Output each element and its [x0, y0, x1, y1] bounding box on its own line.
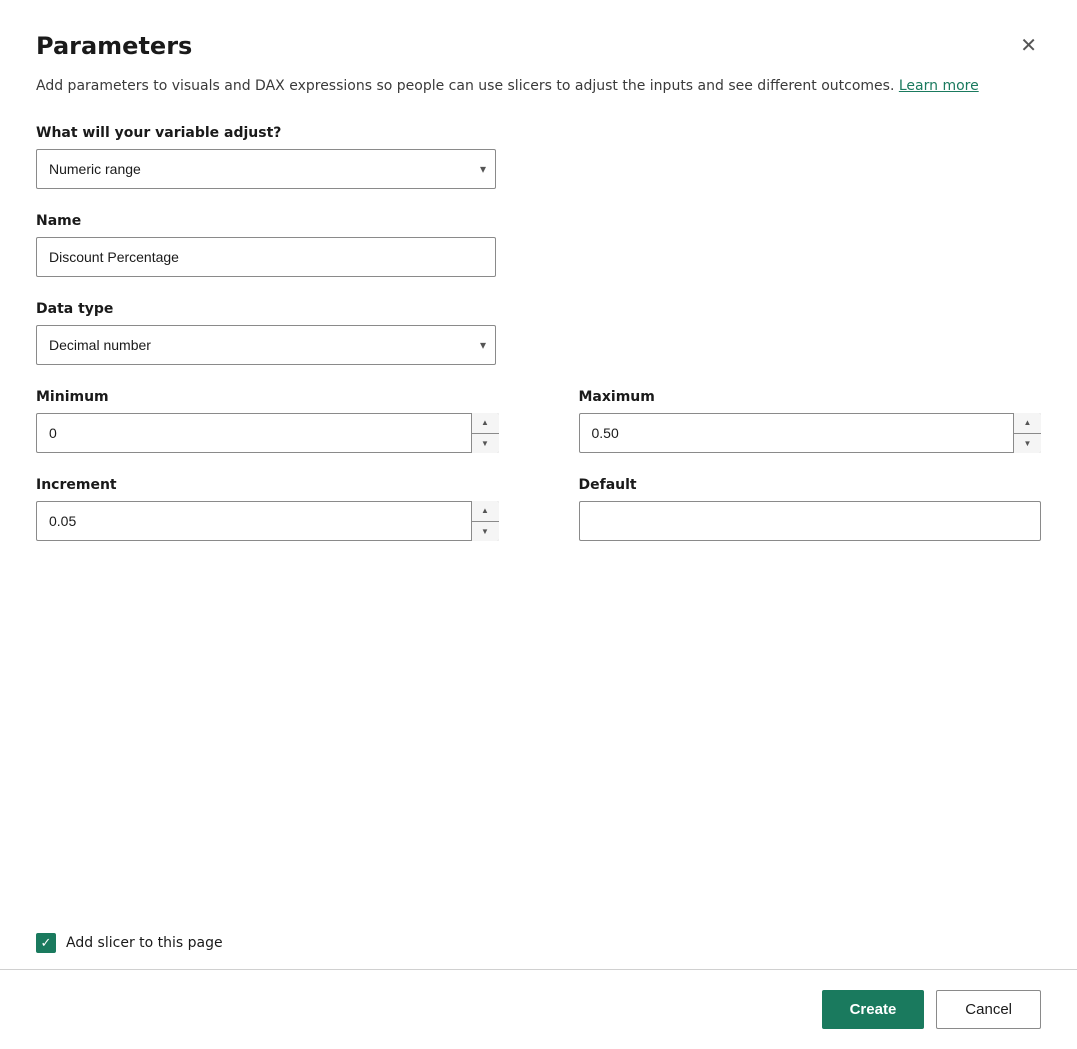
minimum-label: Minimum [36, 389, 499, 405]
minimum-field-group: Minimum ▲ ▼ [36, 389, 499, 453]
maximum-input[interactable] [579, 413, 1042, 453]
add-slicer-checkbox[interactable]: ✓ [36, 933, 56, 953]
learn-more-link[interactable]: Learn more [899, 78, 979, 94]
minimum-increment-button[interactable]: ▲ [472, 413, 499, 434]
increment-default-row: Increment ▲ ▼ Default [36, 477, 1041, 541]
default-input[interactable] [579, 501, 1042, 541]
cancel-button[interactable]: Cancel [936, 990, 1041, 1029]
variable-select[interactable]: Numeric range Field [36, 149, 496, 189]
increment-increment-button[interactable]: ▲ [472, 501, 499, 522]
checkbox-row: ✓ Add slicer to this page [0, 917, 1077, 969]
datatype-field-group: Data type Decimal number Whole number Te… [36, 301, 1041, 365]
create-button[interactable]: Create [822, 990, 925, 1029]
description-text: Add parameters to visuals and DAX expres… [36, 76, 1041, 97]
increment-decrement-button[interactable]: ▼ [472, 522, 499, 542]
minimum-decrement-button[interactable]: ▼ [472, 434, 499, 454]
increment-field-group: Increment ▲ ▼ [36, 477, 499, 541]
dialog-footer: Create Cancel [0, 970, 1077, 1049]
dialog-spacer [36, 565, 1041, 745]
maximum-label: Maximum [579, 389, 1042, 405]
increment-spinner-wrapper: ▲ ▼ [36, 501, 499, 541]
name-label: Name [36, 213, 1041, 229]
minimum-spinner-wrapper: ▲ ▼ [36, 413, 499, 453]
maximum-spinner-buttons: ▲ ▼ [1013, 413, 1041, 453]
datatype-select-wrapper: Decimal number Whole number Text Boolean… [36, 325, 496, 365]
default-field-group: Default [579, 477, 1042, 541]
variable-select-wrapper: Numeric range Field ▾ [36, 149, 496, 189]
maximum-increment-button[interactable]: ▲ [1014, 413, 1041, 434]
name-field-group: Name [36, 213, 1041, 277]
close-icon: ✕ [1020, 36, 1037, 56]
increment-input[interactable] [36, 501, 499, 541]
add-slicer-label: Add slicer to this page [66, 935, 223, 951]
close-button[interactable]: ✕ [1016, 32, 1041, 60]
name-input[interactable] [36, 237, 496, 277]
maximum-spinner-wrapper: ▲ ▼ [579, 413, 1042, 453]
dialog-title: Parameters [36, 32, 192, 60]
default-label: Default [579, 477, 1042, 493]
minimum-spinner-buttons: ▲ ▼ [471, 413, 499, 453]
min-max-row: Minimum ▲ ▼ Maximum ▲ ▼ [36, 389, 1041, 453]
increment-spinner-buttons: ▲ ▼ [471, 501, 499, 541]
variable-field-group: What will your variable adjust? Numeric … [36, 125, 1041, 189]
maximum-field-group: Maximum ▲ ▼ [579, 389, 1042, 453]
checkmark-icon: ✓ [41, 937, 52, 950]
increment-label: Increment [36, 477, 499, 493]
dialog-body: Parameters ✕ Add parameters to visuals a… [0, 0, 1077, 917]
datatype-label: Data type [36, 301, 1041, 317]
maximum-decrement-button[interactable]: ▼ [1014, 434, 1041, 454]
datatype-select[interactable]: Decimal number Whole number Text Boolean [36, 325, 496, 365]
minimum-input[interactable] [36, 413, 499, 453]
parameters-dialog: Parameters ✕ Add parameters to visuals a… [0, 0, 1077, 1049]
dialog-header: Parameters ✕ [36, 32, 1041, 60]
description-main: Add parameters to visuals and DAX expres… [36, 78, 894, 94]
variable-label: What will your variable adjust? [36, 125, 1041, 141]
